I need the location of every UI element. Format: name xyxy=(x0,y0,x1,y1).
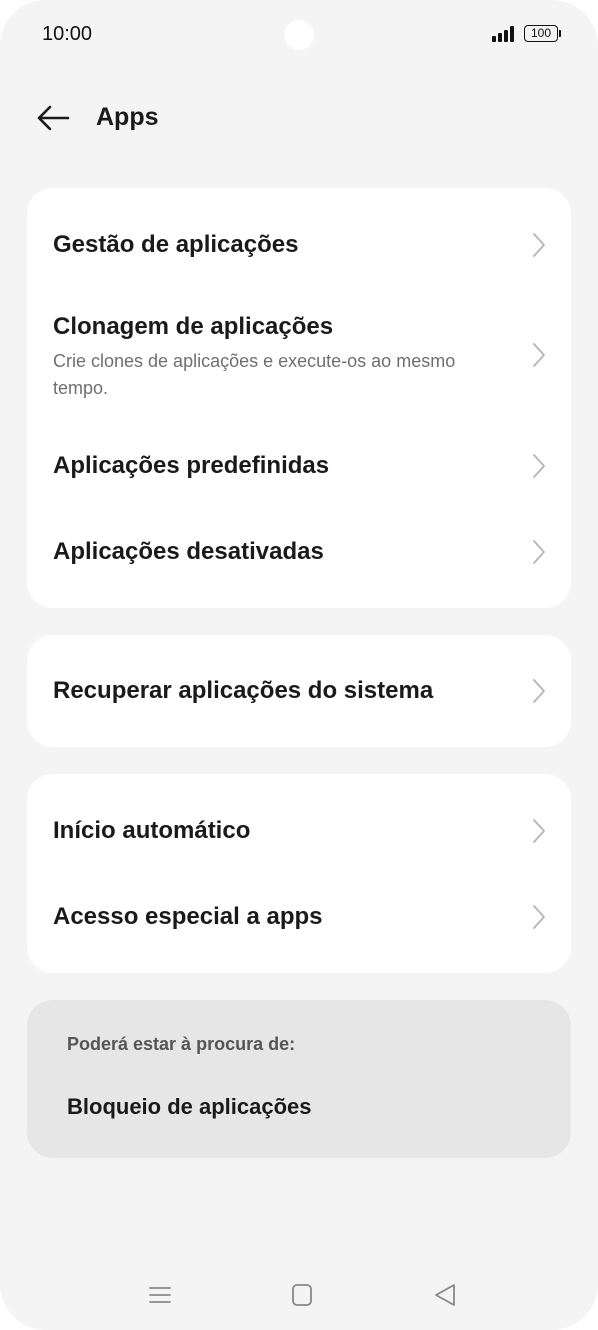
menu-item-gestao-aplicacoes[interactable]: Gestão de aplicações xyxy=(27,188,571,300)
menu-item-title: Início automático xyxy=(53,817,251,844)
chevron-right-icon xyxy=(533,905,545,929)
chevron-right-icon xyxy=(533,343,545,367)
home-button[interactable] xyxy=(287,1280,317,1310)
menu-item-title: Aplicações predefinidas xyxy=(53,452,330,479)
arrow-left-icon xyxy=(37,105,70,131)
suggestion-link-bloqueio[interactable]: Bloqueio de aplicações xyxy=(67,1094,312,1120)
menu-item-title: Aplicações desativadas xyxy=(53,538,324,565)
menu-item-title: Recuperar aplicações do sistema xyxy=(53,677,434,704)
menu-item-recuperar-aplicacoes[interactable]: Recuperar aplicações do sistema xyxy=(27,635,571,747)
chevron-right-icon xyxy=(533,679,545,703)
chevron-right-icon xyxy=(533,540,545,564)
phone-screen: 10:00 100 Apps Gestão de aplicações Clon… xyxy=(0,0,598,1330)
status-time: 10:00 xyxy=(42,23,93,45)
battery-icon: 100 xyxy=(524,25,558,42)
chevron-right-icon xyxy=(533,233,545,257)
settings-group-system: Recuperar aplicações do sistema xyxy=(27,635,571,747)
front-camera-cutout xyxy=(284,20,314,50)
menu-item-aplicacoes-predefinidas[interactable]: Aplicações predefinidas xyxy=(27,422,571,508)
menu-item-title: Gestão de aplicações xyxy=(53,231,299,258)
menu-item-inicio-automatico[interactable]: Início automático xyxy=(27,774,571,874)
suggestions-card: Poderá estar à procura de: Bloqueio de a… xyxy=(27,1000,571,1158)
status-bar: 10:00 100 xyxy=(0,0,598,70)
settings-group-apps: Gestão de aplicações Clonagem de aplicaç… xyxy=(27,188,571,608)
back-triangle-icon xyxy=(435,1284,455,1306)
battery-level: 100 xyxy=(530,26,552,40)
system-nav-bar xyxy=(0,1260,598,1330)
back-button[interactable] xyxy=(34,100,74,136)
menu-item-clonagem-aplicacoes[interactable]: Clonagem de aplicações Crie clones de ap… xyxy=(27,300,571,410)
nav-back-button[interactable] xyxy=(430,1280,460,1310)
home-icon xyxy=(292,1284,312,1306)
menu-item-acesso-especial[interactable]: Acesso especial a apps xyxy=(27,874,571,973)
menu-item-title: Acesso especial a apps xyxy=(53,903,323,930)
battery-tip xyxy=(559,30,561,37)
suggestions-heading: Poderá estar à procura de: xyxy=(67,1034,296,1054)
signal-icon xyxy=(492,26,516,42)
chevron-right-icon xyxy=(533,819,545,843)
menu-item-subtitle: Crie clones de aplicações e execute-os a… xyxy=(53,351,456,398)
settings-group-access: Início automático Acesso especial a apps xyxy=(27,774,571,973)
menu-item-aplicacoes-desativadas[interactable]: Aplicações desativadas xyxy=(27,508,571,594)
page-title: Apps xyxy=(96,103,159,131)
chevron-right-icon xyxy=(533,454,545,478)
menu-icon xyxy=(149,1287,171,1303)
recent-apps-button[interactable] xyxy=(145,1280,175,1310)
menu-item-title: Clonagem de aplicações xyxy=(53,313,334,340)
app-header: Apps xyxy=(0,90,598,146)
